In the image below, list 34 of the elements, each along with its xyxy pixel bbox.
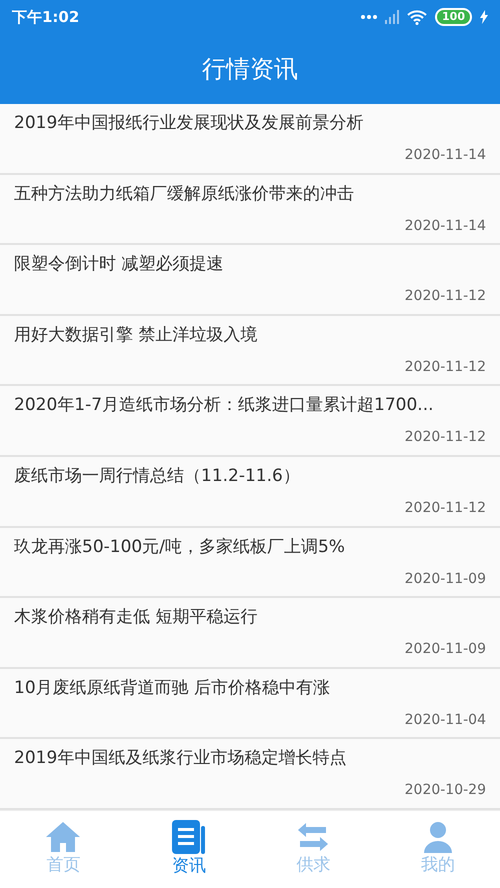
document-icon (172, 820, 206, 854)
status-time: 下午1:02 (12, 6, 80, 28)
news-date: 2020-11-09 (404, 641, 486, 658)
news-date: 2020-11-12 (404, 429, 486, 446)
wifi-icon (407, 9, 428, 25)
exchange-icon (296, 820, 330, 853)
user-icon (422, 820, 454, 853)
news-date: 2020-10-29 (404, 782, 486, 798)
news-title: 2019年中国报纸行业发展现状及发展前景分析 (14, 112, 364, 134)
news-date: 2020-11-14 (404, 147, 486, 164)
charging-icon (480, 10, 488, 24)
news-title: 2019年中国纸及纸浆行业市场稳定增长特点 (14, 747, 348, 770)
news-date: 2020-11-12 (404, 500, 486, 516)
news-date: 2020-11-12 (404, 288, 486, 304)
news-date: 2020-11-14 (404, 218, 486, 234)
more-icon (361, 15, 378, 19)
news-date: 2020-11-12 (404, 358, 486, 375)
news-title: 木浆价格稍有走低 短期平稳运行 (14, 606, 258, 628)
news-title: 10月废纸原纸背道而驰 后市价格稳中有涨 (14, 676, 332, 699)
news-date: 2020-11-04 (404, 712, 486, 728)
news-item[interactable]: 五种方法助力纸箱厂缓解原纸涨价带来的冲击 2020-11-14 (0, 174, 500, 246)
news-date: 2020-11-09 (404, 570, 486, 587)
news-title: 五种方法助力纸箱厂缓解原纸涨价带来的冲击 (14, 182, 355, 205)
tab[interactable]: 资讯 (172, 820, 206, 880)
news-title: 废纸市场一周行情总结（11.2-11.6） (14, 464, 301, 488)
battery-level: 100 (435, 8, 472, 26)
news-title: 用好大数据引擎 禁止洋垃圾入境 (14, 324, 258, 346)
news-item[interactable]: 玖龙再涨50-100元/吨，多家纸板厂上调5% 2020-11-09 (0, 528, 500, 598)
signal-icon (385, 10, 400, 24)
home-icon (45, 820, 82, 853)
news-title: 2020年1-7月造纸市场分析：纸浆进口量累计超1700... (14, 394, 435, 416)
news-title: 限塑令倒计时 减塑必须提速 (14, 253, 224, 276)
page-title: 行情资讯 (202, 54, 298, 85)
news-title: 玖龙再涨50-100元/吨，多家纸板厂上调5% (14, 536, 346, 558)
